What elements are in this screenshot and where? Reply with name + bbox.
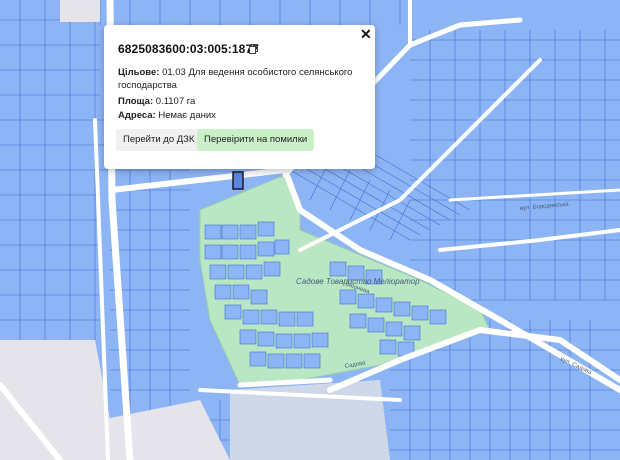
check-errors-button[interactable]: Перевірити на помилки bbox=[197, 129, 315, 151]
purpose-label: Цільове: bbox=[118, 67, 160, 78]
parcel-info-popup: 6825083600:03:005:1877 ✕ Цільове: 01.03 … bbox=[104, 25, 375, 169]
go-to-dzk-button[interactable]: Перейти до ДЗК bbox=[116, 129, 202, 151]
copy-icon[interactable] bbox=[249, 44, 258, 54]
cadastral-number: 6825083600:03:005:1877 bbox=[118, 42, 259, 56]
selected-parcel[interactable] bbox=[232, 171, 244, 190]
purpose-row: Цільове: 01.03 Для ведення особистого се… bbox=[118, 66, 358, 92]
address-row: Адреса: Немає даних bbox=[118, 109, 216, 122]
address-value: Немає даних bbox=[158, 110, 216, 121]
address-label: Адреса: bbox=[118, 110, 156, 121]
area-label: Площа: bbox=[118, 96, 154, 107]
close-icon[interactable]: ✕ bbox=[360, 27, 372, 41]
area-value: 0.1107 га bbox=[155, 96, 196, 107]
area-row: Площа: 0.1107 га bbox=[118, 95, 195, 108]
